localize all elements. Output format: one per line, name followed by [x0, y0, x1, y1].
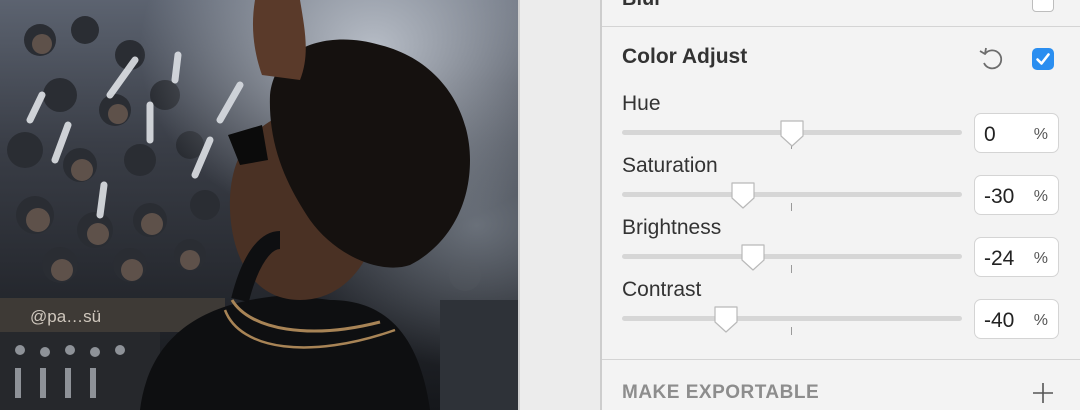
brightness-center-tick: [791, 265, 792, 273]
booth-text: @pa…sü: [30, 307, 101, 326]
make-exportable-label: MAKE EXPORTABLE: [622, 382, 820, 403]
image-canvas: @pa…sü: [0, 0, 518, 410]
brightness-label: Brightness: [622, 216, 722, 239]
contrast-unit: %: [1033, 312, 1048, 329]
saturation-unit: %: [1033, 188, 1048, 205]
contrast-value-field[interactable]: -40 %: [974, 299, 1059, 339]
saturation-value: -30: [984, 185, 1015, 208]
inspector-panel: Blur Color Adjust Hue 0 % Saturation -30…: [602, 0, 1080, 410]
section-divider: [602, 359, 1080, 360]
contrast-slider-track[interactable]: [622, 316, 962, 321]
color-adjust-title: Color Adjust: [622, 45, 748, 68]
concert-photo: @pa…sü: [0, 0, 518, 410]
contrast-value: -40: [984, 309, 1015, 332]
brightness-slider-thumb[interactable]: [739, 242, 767, 272]
blur-section-label: Blur: [622, 0, 662, 11]
saturation-value-field[interactable]: -30 %: [974, 175, 1059, 215]
hue-value-field[interactable]: 0 %: [974, 113, 1059, 153]
hue-value: 0: [984, 123, 996, 146]
brightness-value-field[interactable]: -24 %: [974, 237, 1059, 277]
blur-section-row: Blur: [602, 0, 1080, 27]
color-adjust-enabled-checkbox[interactable]: [1032, 48, 1054, 70]
contrast-slider-thumb[interactable]: [712, 304, 740, 334]
reset-icon[interactable]: [976, 43, 1008, 75]
saturation-center-tick: [791, 203, 792, 211]
plus-icon[interactable]: [1032, 382, 1054, 404]
hue-unit: %: [1033, 126, 1048, 143]
saturation-slider-track[interactable]: [622, 192, 962, 197]
saturation-slider-thumb[interactable]: [729, 180, 757, 210]
brightness-slider-track[interactable]: [622, 254, 962, 259]
brightness-unit: %: [1033, 250, 1048, 267]
hue-label: Hue: [622, 92, 661, 115]
checkmark-icon: [1036, 53, 1050, 65]
brightness-value: -24: [984, 247, 1015, 270]
hue-slider-thumb[interactable]: [778, 118, 806, 148]
blur-enable-checkbox[interactable]: [1032, 0, 1054, 12]
canvas-gutter: [520, 0, 600, 410]
contrast-center-tick: [791, 327, 792, 335]
saturation-label: Saturation: [622, 154, 718, 177]
contrast-label: Contrast: [622, 278, 702, 301]
